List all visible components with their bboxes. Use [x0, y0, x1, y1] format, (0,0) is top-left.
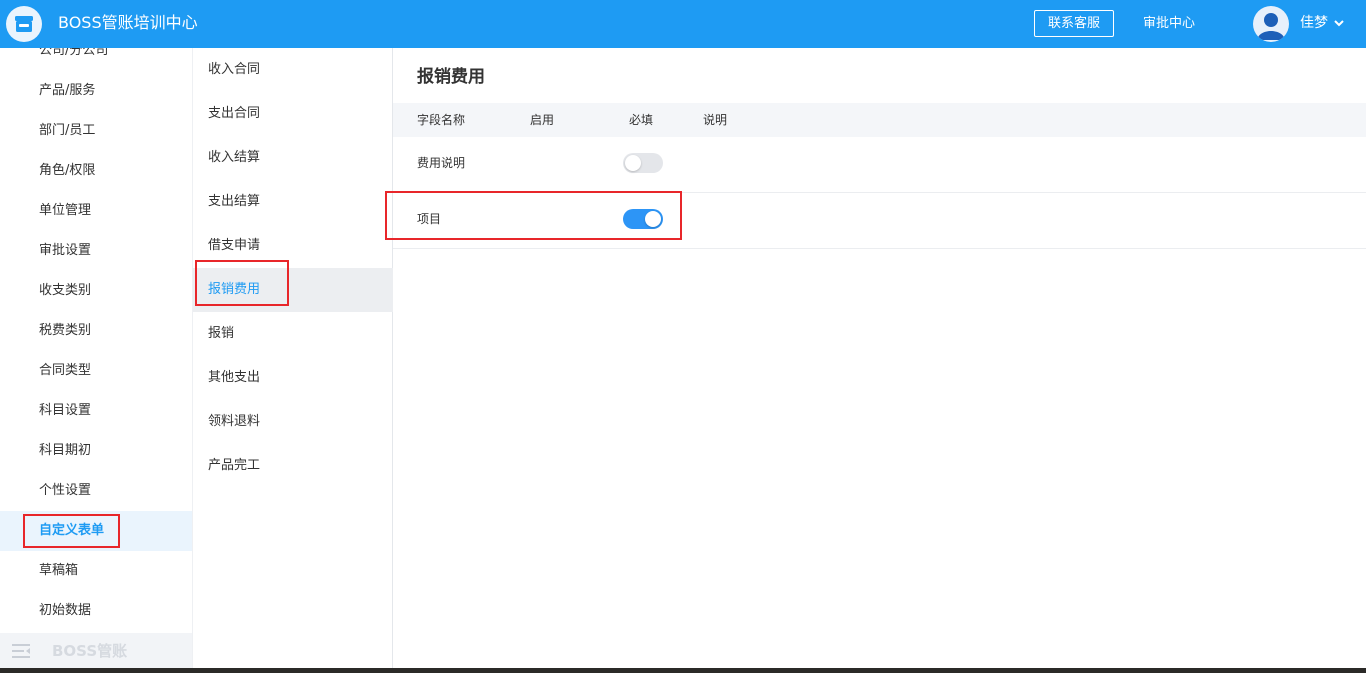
sidebar-item-contract-types[interactable]: 合同类型: [0, 351, 192, 391]
column-header-enabled: 启用: [530, 113, 555, 127]
form-type-menu: 收入合同 支出合同 收入结算 支出结算 借支申请 报销费用 报销 其他支出 领料…: [192, 48, 393, 668]
column-header-description: 说明: [703, 113, 728, 127]
approval-center-link[interactable]: 审批中心: [1143, 14, 1195, 34]
sidebar-item-approval-settings[interactable]: 审批设置: [0, 231, 192, 271]
sidebar-item-roles[interactable]: 角色/权限: [0, 151, 192, 191]
sidebar-item-products[interactable]: 产品/服务: [0, 71, 192, 111]
sidebar-footer[interactable]: BOSS管账: [0, 633, 192, 668]
sidebar-footer-label: BOSS管账: [52, 642, 128, 660]
store-icon[interactable]: [6, 6, 42, 42]
field-name: 项目: [417, 212, 442, 226]
submenu-item-expense-settlement[interactable]: 支出结算: [193, 180, 393, 224]
sidebar-item-tax-types[interactable]: 税费类别: [0, 311, 192, 351]
sidebar-item-accounts[interactable]: 科目设置: [0, 391, 192, 431]
sidebar-item-income-expense-types[interactable]: 收支类别: [0, 271, 192, 311]
sidebar-item-preferences[interactable]: 个性设置: [0, 471, 192, 511]
chevron-down-icon[interactable]: [1333, 17, 1345, 29]
submenu-item-income-contract[interactable]: 收入合同: [193, 48, 393, 92]
submenu-item-reimbursement[interactable]: 报销: [193, 312, 393, 356]
top-bar: BOSS管账培训中心 联系客服 审批中心 佳梦: [0, 0, 1366, 48]
sidebar-item-custom-forms[interactable]: 自定义表单: [0, 511, 192, 551]
app-title: BOSS管账培训中心: [58, 13, 198, 32]
user-avatar-icon[interactable]: [1253, 6, 1289, 42]
enable-toggle[interactable]: [623, 209, 663, 229]
sidebar-item-initial-data[interactable]: 初始数据: [0, 591, 192, 631]
sidebar-item-departments[interactable]: 部门/员工: [0, 111, 192, 151]
column-header-field-name: 字段名称: [417, 113, 466, 127]
settings-sidebar: 公司/分公司 产品/服务 部门/员工 角色/权限 单位管理 审批设置 收支类别 …: [0, 48, 192, 668]
form-settings-panel: 报销费用 字段名称 启用 必填 说明 费用说明 项目: [393, 48, 1366, 668]
field-name: 费用说明: [417, 156, 466, 170]
column-header-required: 必填: [629, 113, 654, 127]
submenu-item-advance-request[interactable]: 借支申请: [193, 224, 393, 268]
table-row: 项目: [393, 193, 1366, 249]
toggle-knob: [645, 211, 661, 227]
submenu-item-reimbursement-expense[interactable]: 报销费用: [193, 268, 393, 312]
enable-toggle[interactable]: [623, 153, 663, 173]
page-title: 报销费用: [417, 67, 485, 87]
sidebar-item-units[interactable]: 单位管理: [0, 191, 192, 231]
toggle-knob: [625, 155, 641, 171]
sidebar-item-drafts[interactable]: 草稿箱: [0, 551, 192, 591]
contact-support-button[interactable]: 联系客服: [1034, 10, 1114, 37]
submenu-item-income-settlement[interactable]: 收入结算: [193, 136, 393, 180]
window-bottom-edge: [0, 668, 1366, 673]
table-row: 费用说明: [393, 137, 1366, 193]
submenu-item-other-expense[interactable]: 其他支出: [193, 356, 393, 400]
submenu-item-material-return[interactable]: 领料退料: [193, 400, 393, 444]
sidebar-item-opening-balances[interactable]: 科目期初: [0, 431, 192, 471]
table-header: 字段名称 启用 必填 说明: [393, 103, 1366, 137]
submenu-item-expense-contract[interactable]: 支出合同: [193, 92, 393, 136]
sidebar-item-company[interactable]: 公司/分公司: [0, 48, 192, 71]
menu-collapse-icon[interactable]: [12, 644, 30, 658]
submenu-item-product-completion[interactable]: 产品完工: [193, 444, 393, 488]
user-name[interactable]: 佳梦: [1300, 13, 1328, 33]
